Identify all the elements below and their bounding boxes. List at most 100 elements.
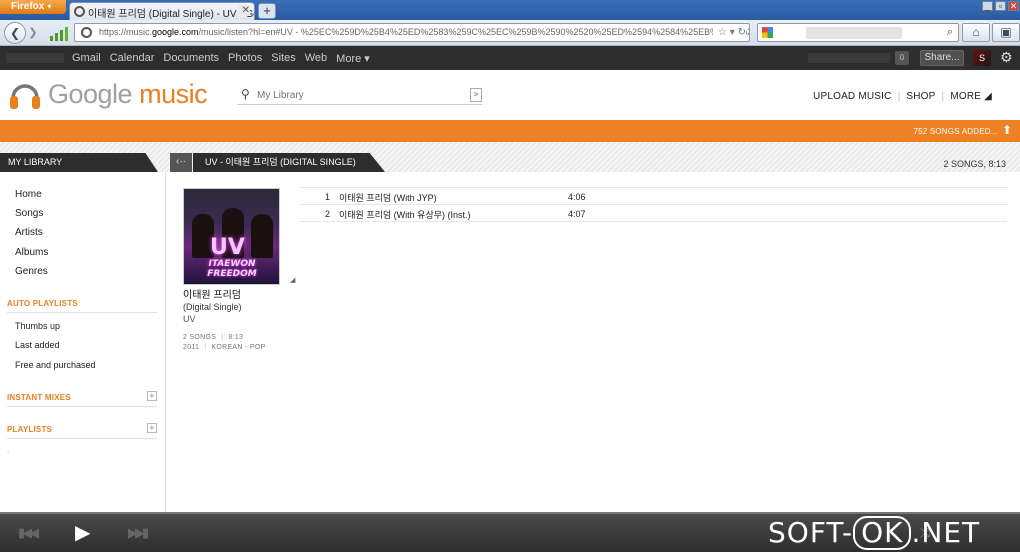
track-number: 1 [324,192,330,202]
logo-text[interactable]: Google music [48,79,208,110]
search-bar-text [806,27,902,39]
search-bar[interactable]: ⌕ [757,23,959,42]
logo-google: Google [48,79,133,109]
album-genre[interactable]: KOREAN - POP [211,344,265,351]
watermark-ok: OK [853,516,912,550]
firefox-button-label: Firefox [11,1,45,12]
browser-tab[interactable]: 이태원 프리덤 (Digital Single) - UV - Google .… [69,2,255,20]
account-email [808,53,890,63]
sidebar-trailing-text: . [7,445,10,454]
firefox-menu-button[interactable]: Firefox ▾ [0,0,66,14]
gbar-link-web[interactable]: Web [305,52,327,65]
table-row[interactable]: 1 이태원 프리덤 (With JYP) 4:06 [299,188,1007,205]
gbar-link-sites[interactable]: Sites [271,52,295,65]
album-artist[interactable]: UV [183,314,196,324]
gear-icon[interactable]: ⚙ [1000,49,1013,66]
cover-caption-2: FREEDOM [207,269,257,279]
auto-playlists-label: AUTO PLAYLISTS [7,299,78,308]
add-instant-mix-icon[interactable]: + [147,391,157,401]
logo-music: music [132,79,208,109]
album-year: 2011 [183,344,200,351]
minimize-icon[interactable]: _ [982,1,993,11]
library-search-input[interactable] [257,88,457,103]
divider: | [897,91,901,102]
gbar-link-more[interactable]: More ▾ [336,52,370,65]
window-close-icon[interactable]: ✕ [1008,1,1019,11]
watermark-right: .NET [911,516,981,549]
play-icon[interactable]: ▶ [75,520,90,545]
album-meta-year: 2011 | KOREAN - POP [183,344,266,351]
watermark-left: SOFT- [768,516,854,549]
sidebar-item-thumbs-up[interactable]: Thumbs up [15,321,60,331]
sidebar-item-last-added[interactable]: Last added [15,340,60,350]
cover-title: UV [210,235,245,260]
main-content: UV ITAEWON FREEDOM ◢ 이태원 프리덤 (Digital Sin… [168,172,1020,512]
upload-music-link[interactable]: UPLOAD MUSIC [813,91,892,102]
gbar-link-photos[interactable]: Photos [228,52,262,65]
gbar-link-documents[interactable]: Documents [163,52,219,65]
url-host: google.com [152,27,199,37]
music-header: Google music ⚲ > UPLOAD MUSIC | SHOP | MORE … [0,70,1020,120]
sidebar-item-genres[interactable]: Genres [15,266,48,277]
playlists-heading: PLAYLISTS + [7,423,157,439]
shop-link[interactable]: SHOP [906,91,935,102]
dropdown-icon[interactable]: ▾ [730,27,735,38]
bookmark-star-icon[interactable]: ☆ [718,27,727,38]
chevron-down-icon: ▾ [47,2,52,11]
track-title: 이태원 프리덤 (With 유상무) (Inst.) [339,210,471,220]
track-number: 2 [324,209,330,219]
search-go-icon[interactable]: > [470,88,482,102]
share-button[interactable]: Share... [920,50,964,66]
instant-mixes-heading: INSTANT MIXES + [7,391,157,407]
maximize-icon[interactable]: ▫ [995,1,1006,11]
sidebar-item-home[interactable]: Home [15,189,42,200]
back-icon[interactable]: ❮ [4,22,26,44]
home-icon[interactable]: ⌂ [962,23,990,42]
avatar[interactable]: S [973,50,991,66]
new-tab-button[interactable]: + [258,3,276,19]
headphones-icon [81,27,92,38]
gbar-link-calendar[interactable]: Calendar [110,52,155,65]
browser-titlebar: Firefox▾ 이태원 프리덤 (Digital Single) - UV -… [0,0,1020,20]
headphones-logo-icon [10,84,40,109]
back-arrow-icon[interactable]: ‹·· [170,153,192,172]
signal-bars-icon[interactable] [50,27,68,41]
section-strip: MY LIBRARY ‹·· UV - 이태원 프리덤 (DIGITAL SIN… [0,142,1020,172]
divider: | [941,91,945,102]
search-icon: ⚲ [241,87,250,101]
track-list: 1 이태원 프리덤 (With JYP) 4:06 2 이태원 프리덤 (Wit… [299,187,1007,222]
sidebar-item-albums[interactable]: Albums [15,247,48,258]
google-engine-icon[interactable] [762,27,773,38]
next-track-icon[interactable]: ▶▶▮ [128,525,149,541]
address-bar[interactable]: https://music.google.com/music/listen?hl… [74,23,750,42]
gbar-link-gmail[interactable]: Gmail [72,52,101,65]
album-menu-icon[interactable]: ◢ [290,276,295,284]
track-title: 이태원 프리덤 (With JYP) [339,193,437,203]
headphones-icon [74,6,85,17]
watermark: SOFT- OK .NET [768,516,980,550]
playlists-label: PLAYLISTS [7,425,53,434]
search-icon[interactable]: ⌕ [947,26,953,39]
bookmarks-icon[interactable]: ▣ [992,23,1020,42]
table-row[interactable]: 2 이태원 프리덤 (With 유상무) (Inst.) 4:07 [299,205,1007,222]
more-link[interactable]: MORE ◢ [950,91,992,102]
previous-track-icon[interactable]: ▮◀◀ [18,525,39,541]
sidebar-item-songs[interactable]: Songs [15,208,43,219]
album-cover[interactable]: UV ITAEWON FREEDOM [183,188,280,285]
songs-added-status[interactable]: 752 SONGS ADDED... [913,127,998,136]
sidebar-item-artists[interactable]: Artists [15,227,43,238]
sidebar-item-free-and-purchased[interactable]: Free and purchased [15,360,96,370]
library-search: ⚲ > [237,87,482,105]
notifications-count[interactable]: 0 [895,51,909,65]
forward-icon[interactable]: ❯ [25,25,41,41]
upload-arrow-icon[interactable]: ⬆ [1002,123,1012,137]
url-prefix: https://music. [99,27,153,37]
reload-icon[interactable]: ↻ [738,27,746,38]
album-duration: 8:13 [228,334,244,341]
tab-title: 이태원 프리덤 (Digital Single) - UV - Google .… [88,9,254,20]
close-icon[interactable]: ✕ [238,5,250,16]
cover-figure [251,214,273,258]
song-count: 2 SONGS [183,334,217,341]
add-playlist-icon[interactable]: + [147,423,157,433]
my-library-heading: MY LIBRARY [0,153,158,172]
